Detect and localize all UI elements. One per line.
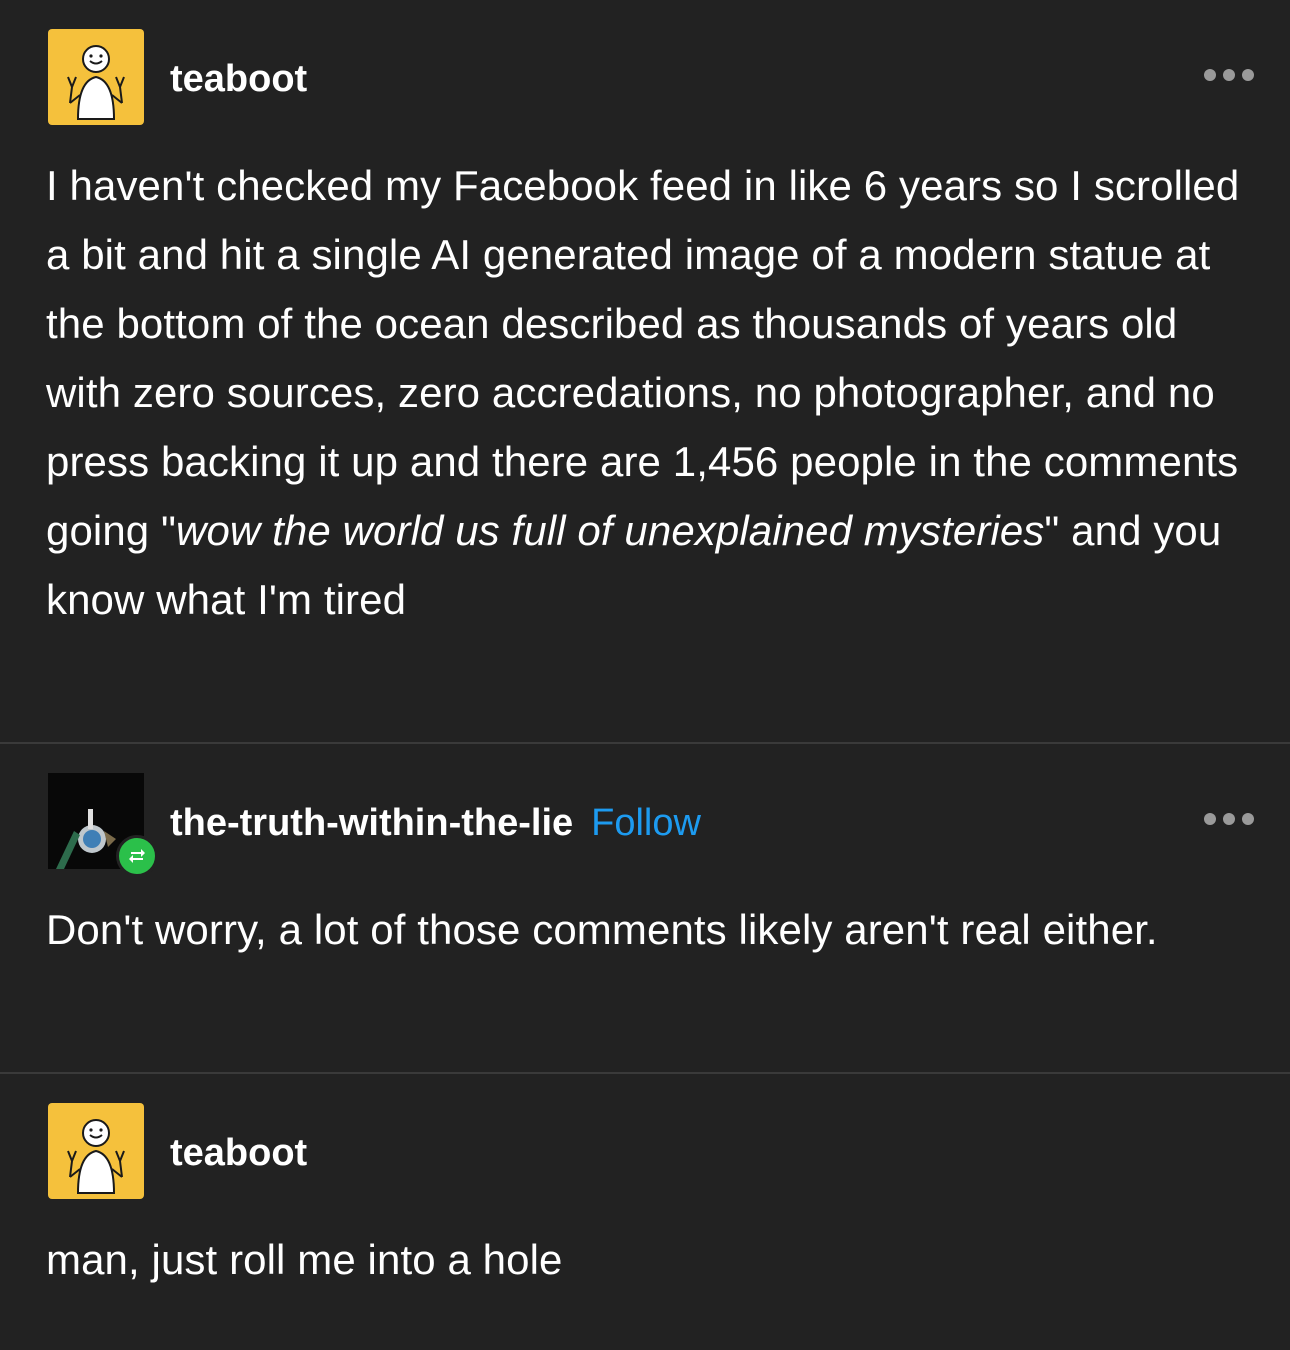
- more-options-icon[interactable]: [1204, 69, 1254, 81]
- post-text-italic: wow the world us full of unexplained mys…: [176, 507, 1045, 554]
- more-options-icon[interactable]: [1204, 813, 1254, 825]
- avatar-teaboot[interactable]: [48, 1103, 144, 1199]
- follow-button[interactable]: Follow: [591, 802, 701, 844]
- post-username[interactable]: teaboot: [170, 57, 307, 101]
- post-username: the-truth-within-the-lie Follow: [170, 801, 701, 845]
- post-header: the-truth-within-the-lie Follow: [48, 773, 1258, 877]
- post-text: I haven't checked my Facebook feed in li…: [46, 151, 1246, 634]
- post-text-part: I haven't checked my Facebook feed in li…: [46, 162, 1240, 554]
- more-dot: [1204, 813, 1216, 825]
- post-header: teaboot: [48, 29, 1258, 125]
- avatar-teaboot[interactable]: [48, 29, 144, 125]
- teaboot-avatar-image: [48, 29, 144, 125]
- post-text-paragraph: Don't worry, a lot of those comments lik…: [46, 906, 1158, 953]
- more-dot: [1223, 69, 1235, 81]
- post-header: teaboot: [48, 1103, 1258, 1199]
- post-teaboot-reply: teaboot man, just roll me into a hole: [0, 1074, 1290, 1350]
- more-dot: [1242, 813, 1254, 825]
- username-link[interactable]: the-truth-within-the-lie: [170, 802, 573, 844]
- post-text: Don't worry, a lot of those comments lik…: [46, 895, 1246, 964]
- post-text: man, just roll me into a hole: [46, 1225, 1246, 1294]
- more-dot: [1223, 813, 1235, 825]
- post-the-truth-within-the-lie: the-truth-within-the-lie Follow Don't wor…: [0, 744, 1290, 1072]
- reblog-icon: [116, 835, 158, 877]
- more-dot: [1204, 69, 1216, 81]
- teaboot-avatar-image: [48, 1103, 144, 1199]
- post-teaboot-original: teaboot I haven't checked my Facebook fe…: [0, 0, 1290, 743]
- more-dot: [1242, 69, 1254, 81]
- avatar-the-truth-within-the-lie[interactable]: [48, 773, 158, 877]
- post-text-paragraph: man, just roll me into a hole: [46, 1236, 563, 1283]
- post-username[interactable]: teaboot: [170, 1131, 307, 1175]
